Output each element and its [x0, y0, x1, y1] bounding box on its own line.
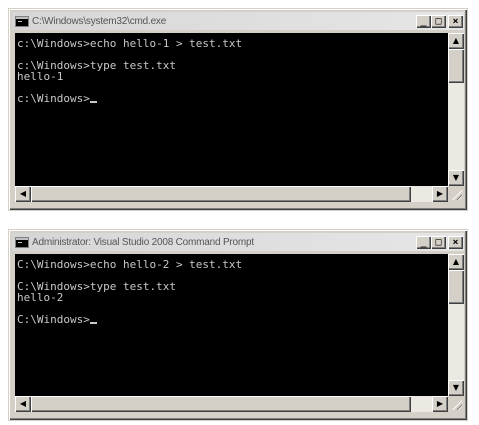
scroll-right-button[interactable]: ▶ [432, 396, 448, 412]
vertical-scrollbar[interactable]: ▲ ▼ [448, 254, 464, 396]
console-prompt: C:\Windows> [17, 313, 90, 326]
scroll-up-button[interactable]: ▲ [448, 33, 464, 49]
console-line: C:\Windows>echo hello-2 > test.txt [17, 258, 243, 271]
console-line: hello-1 [17, 70, 64, 83]
vertical-scrollbar[interactable]: ▲ ▼ [448, 33, 464, 186]
text-cursor [89, 101, 97, 103]
horizontal-scroll-thumb[interactable] [31, 396, 411, 412]
maximize-button[interactable]: □ [431, 14, 446, 28]
console-line: c:\Windows>echo hello-1 > test.txt [17, 37, 243, 50]
resize-grip-icon[interactable] [448, 186, 464, 202]
vertical-scroll-thumb[interactable] [448, 270, 464, 304]
vertical-scroll-thumb[interactable] [448, 49, 464, 83]
console-output[interactable]: c:\Windows>echo hello-1 > test.txt c:\Wi… [15, 33, 448, 186]
horizontal-scrollbar[interactable]: ◀ ▶ [15, 186, 448, 202]
minimize-button[interactable]: _ [416, 235, 431, 249]
resize-grip-icon[interactable] [448, 396, 464, 412]
maximize-button[interactable]: □ [431, 235, 446, 249]
text-cursor [89, 322, 97, 324]
console-line: C:\Windows>type test.txt [17, 280, 176, 293]
scroll-left-button[interactable]: ◀ [15, 396, 31, 412]
console-line: hello-2 [17, 291, 64, 304]
close-button[interactable]: × [448, 14, 463, 28]
console-line: c:\Windows>type test.txt [17, 59, 176, 72]
console-window-1: C:\Windows\system32\cmd.exe _ □ × c:\Win… [8, 8, 468, 211]
console-output[interactable]: C:\Windows>echo hello-2 > test.txt C:\Wi… [15, 254, 448, 396]
window-title: Administrator: Visual Studio 2008 Comman… [32, 236, 254, 248]
console-icon[interactable] [15, 15, 29, 27]
scroll-up-button[interactable]: ▲ [448, 254, 464, 270]
horizontal-scroll-thumb[interactable] [31, 186, 411, 202]
scroll-left-button[interactable]: ◀ [15, 186, 31, 202]
console-window-2: Administrator: Visual Studio 2008 Comman… [8, 229, 468, 421]
close-button[interactable]: × [448, 235, 463, 249]
title-bar[interactable]: C:\Windows\system32\cmd.exe _ □ × [12, 12, 464, 30]
horizontal-scrollbar[interactable]: ◀ ▶ [15, 396, 448, 412]
console-icon[interactable] [15, 236, 29, 248]
minimize-button[interactable]: _ [416, 14, 431, 28]
scroll-down-button[interactable]: ▼ [448, 380, 464, 396]
console-prompt-line: c:\Windows> [17, 93, 448, 104]
title-bar[interactable]: Administrator: Visual Studio 2008 Comman… [12, 233, 464, 251]
window-controls: _ □ × [416, 235, 463, 249]
console-prompt: c:\Windows> [17, 92, 90, 105]
console-prompt-line: C:\Windows> [17, 314, 448, 325]
scroll-down-button[interactable]: ▼ [448, 170, 464, 186]
window-title: C:\Windows\system32\cmd.exe [32, 15, 167, 27]
window-controls: _ □ × [416, 14, 463, 28]
scroll-right-button[interactable]: ▶ [432, 186, 448, 202]
